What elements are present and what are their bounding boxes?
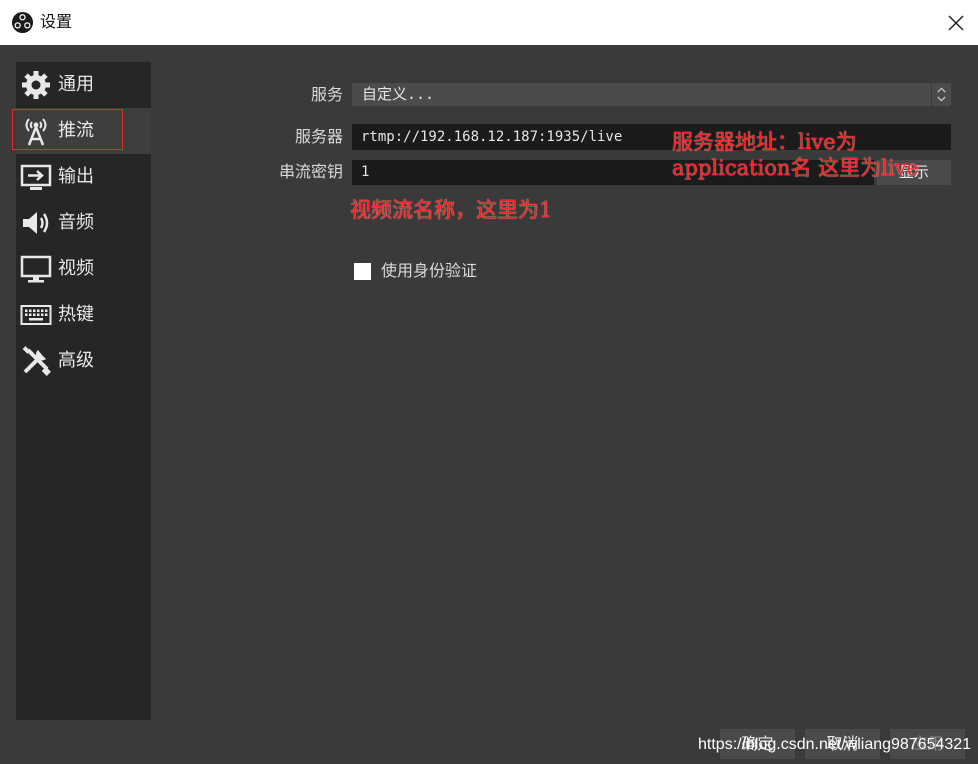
sidebar-item-video[interactable]: 视频 [16, 246, 151, 292]
annotation-server-line2: application名 这里为live [672, 156, 919, 180]
service-select[interactable]: 自定义... [352, 83, 951, 106]
sidebar-item-label: 视频 [58, 258, 94, 279]
service-label: 服务 [310, 85, 343, 104]
server-input[interactable]: rtmp://192.168.12.187:1935/live [352, 124, 951, 150]
output-icon [20, 164, 52, 190]
speaker-icon [23, 212, 49, 234]
sidebar-item-label: 输出 [58, 166, 94, 187]
title-bar: 设置 [0, 0, 978, 45]
obs-logo-icon [11, 11, 34, 34]
annotation-key-note: 视频流名称，这里为1 [350, 198, 553, 222]
settings-sidebar: 通用 推流 输出 音频 视频 热键 高级 [16, 62, 151, 720]
sidebar-item-output[interactable]: 输出 [16, 154, 151, 200]
sidebar-item-audio[interactable]: 音频 [16, 200, 151, 246]
auth-checkbox[interactable] [354, 263, 371, 280]
service-select-value: 自定义... [362, 85, 435, 103]
auth-checkbox-label[interactable]: 使用身份验证 [381, 261, 477, 281]
sidebar-item-label: 热键 [58, 304, 94, 325]
window-title: 设置 [40, 12, 73, 31]
sidebar-item-label: 通用 [58, 74, 94, 95]
tools-icon [22, 346, 51, 376]
gear-icon [22, 71, 50, 99]
stream-key-label: 串流密钥 [278, 162, 343, 181]
sidebar-item-label: 音频 [58, 212, 94, 233]
sidebar-item-advanced[interactable]: 高级 [16, 338, 151, 384]
close-icon[interactable] [945, 12, 967, 34]
sidebar-item-hotkeys[interactable]: 热键 [16, 292, 151, 338]
highlight-box [12, 109, 123, 150]
keyboard-icon [20, 305, 52, 325]
annotation-server-line1: 服务器地址：live为 [672, 130, 857, 154]
spin-arrows-icon [931, 83, 946, 106]
sidebar-item-label: 高级 [58, 350, 94, 371]
watermark-text: https://blog.csdn.net/wliang987654321 [698, 736, 972, 753]
server-label: 服务器 [294, 127, 343, 146]
sidebar-item-general[interactable]: 通用 [16, 62, 151, 108]
monitor-icon [20, 255, 52, 283]
